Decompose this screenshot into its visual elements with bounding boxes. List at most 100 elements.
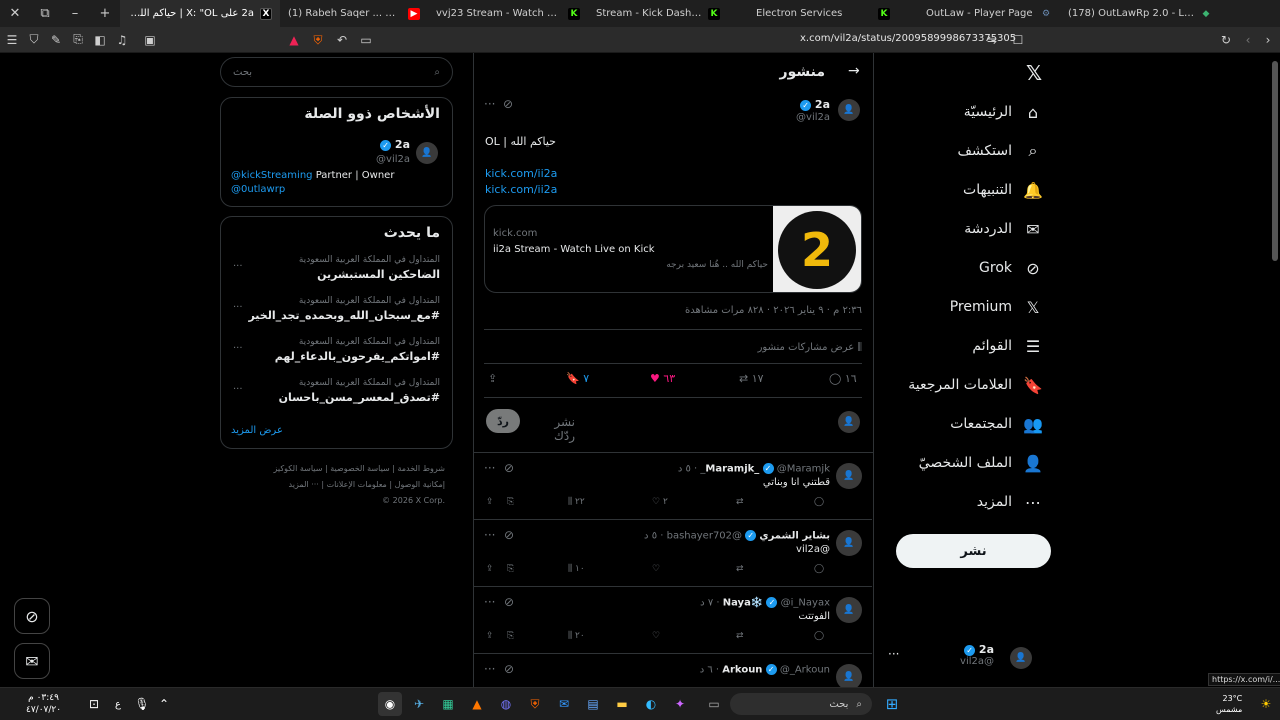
views-button[interactable]: ⫼ ٢٠	[568, 631, 585, 641]
view-engagements-link[interactable]: ⫼ عرض مشاركات منشور	[700, 342, 862, 353]
sidebar-item-8[interactable]: 👥 المجتمعات	[950, 413, 1044, 435]
new-tab-button[interactable]: +	[90, 0, 120, 27]
clock-time[interactable]: ٠٣:٤٩ م	[26, 692, 61, 704]
tab-3[interactable]: Stream - Kick Dashboard K	[588, 0, 728, 27]
sidebar-item-3[interactable]: ✉ الدردشة	[964, 218, 1044, 240]
reply-author[interactable]: Naya❄️	[723, 598, 764, 609]
reply-icon[interactable]: ◯	[814, 631, 824, 641]
reply-icon[interactable]: ◯	[814, 497, 824, 507]
more-icon[interactable]: ···	[233, 343, 243, 354]
back-arrow-icon[interactable]: →	[848, 63, 860, 79]
chevron-up-icon[interactable]: ⌃	[152, 692, 176, 716]
bookmark-icon[interactable]: ⎘	[507, 564, 514, 574]
reply-item[interactable]: 👤 بشاير الشمري ✓ @bashayer702 · ٥ د ··· ⊘ @v…	[474, 520, 872, 587]
weather-icon[interactable]: ☀	[1254, 692, 1278, 716]
bookmark-icon[interactable]: ⎘	[507, 631, 514, 641]
reply-handle[interactable]: @i_Nayax	[781, 598, 830, 609]
back-icon[interactable]: ‹	[1238, 30, 1258, 50]
sidebar-item-4[interactable]: ⊘ Grok	[979, 257, 1044, 279]
reply-icon[interactable]: ◯	[814, 564, 824, 574]
reply-submit-button[interactable]: ردّ	[486, 409, 520, 433]
more-icon[interactable]: ···	[484, 97, 495, 111]
extensions-icon[interactable]: ✎	[46, 30, 66, 50]
views-button[interactable]: ⫼ ١٠	[568, 564, 585, 574]
close-window-icon[interactable]: ✕	[0, 0, 30, 27]
app-icon[interactable]: ◉	[378, 692, 402, 716]
minimize-window-icon[interactable]: –	[60, 0, 90, 27]
footer-link[interactable]: شروط الخدمة	[397, 464, 445, 473]
notification-icon[interactable]: ⊡	[82, 692, 106, 716]
steam-icon[interactable]: ✈	[407, 692, 431, 716]
avatar[interactable]: 👤	[836, 597, 862, 623]
sidebar-item-0[interactable]: ⌂ الرئيسيّة	[964, 101, 1044, 123]
views-button[interactable]: ⫼ ٢٢	[568, 497, 585, 507]
back-arrow-icon[interactable]: ↶	[332, 30, 352, 50]
grok-icon[interactable]: ⊘	[504, 662, 514, 676]
sidebar-item-7[interactable]: 🔖 العلامات المرجعية	[908, 374, 1044, 396]
weather-temp[interactable]: 23°C	[1216, 693, 1242, 704]
reply-item[interactable]: 👤Arkoun ✓ @_Arkoun · ٦ د···⊘⇪⎘⫼ ♡ ⇄◯	[474, 654, 872, 687]
reload-icon[interactable]: ↻	[1216, 30, 1236, 50]
store-icon[interactable]: ▤	[581, 692, 605, 716]
grok-icon[interactable]: ⊘	[504, 528, 514, 542]
more-icon[interactable]: ···	[484, 595, 495, 609]
excel-icon[interactable]: ▦	[436, 692, 460, 716]
app-icon[interactable]: ▲	[465, 692, 489, 716]
brave-icon[interactable]: ⛨	[523, 692, 547, 716]
scrollbar[interactable]	[1272, 61, 1278, 261]
taskbar-search[interactable]: بحث ⌕	[730, 693, 872, 715]
bookmark-icon[interactable]: ☐	[1008, 30, 1028, 50]
sidebar-item-9[interactable]: 👤 الملف الشخصيّ	[919, 452, 1044, 474]
menu-icon[interactable]: ☰	[2, 30, 22, 50]
tab-2[interactable]: vvj23 Stream - Watch Live on Kick K	[428, 0, 588, 27]
bookmark-button[interactable]: 🔖 ٧	[566, 372, 589, 385]
like-button[interactable]: ♥ ٦٣	[650, 372, 675, 385]
grok-icon[interactable]: ⊘	[504, 461, 514, 475]
screenshot-icon[interactable]: ▣	[140, 30, 160, 50]
bio-mention[interactable]: @0utlawrp	[231, 184, 285, 195]
grok-fab-icon[interactable]: ⊘	[14, 598, 50, 634]
grok-icon[interactable]: ⊘	[503, 97, 513, 111]
reply-handle[interactable]: @bashayer702	[667, 531, 742, 542]
trend-item[interactable]: المتداول في المملكة العربية السعودية #امو…	[233, 337, 440, 363]
repost-icon[interactable]: ⇄	[736, 497, 744, 507]
task-view-icon[interactable]: ▭	[702, 692, 726, 716]
sidebar-icon[interactable]: ◧	[90, 30, 110, 50]
avatar[interactable]: 👤	[836, 664, 862, 687]
post-button[interactable]: نشر	[896, 534, 1051, 568]
post-link[interactable]: kick.com/ii2a	[485, 183, 557, 196]
author-name[interactable]: 2a	[815, 98, 830, 111]
more-icon[interactable]: ···	[484, 528, 495, 542]
outlook-icon[interactable]: ✉	[552, 692, 576, 716]
share-icon[interactable]: ⇪	[486, 564, 494, 574]
account-switcher[interactable]: ··· 2a ✓ @vil2a 👤	[884, 643, 1054, 677]
link-card[interactable]: kick.com ii2a Stream - Watch Live on Kic…	[484, 205, 862, 293]
tab-5[interactable]: OutLaw - Player Page ⚙	[898, 0, 1060, 27]
footer-link[interactable]: معلومات الإعلانات	[327, 480, 387, 489]
bio-mention[interactable]: @kickStreaming	[231, 170, 313, 181]
reply-item[interactable]: 👤 Maramjk_ ✓ @Maramjk_ · ٥ د ··· ⊘ قطتني انا…	[474, 453, 872, 520]
sidebar-item-1[interactable]: ⌕ استكشف	[957, 140, 1044, 162]
like-button[interactable]: ♡	[652, 631, 660, 641]
tab-1[interactable]: (1) Rabeh Saqer ... Ghoroorek | رابح ▶	[280, 0, 428, 27]
tab-6[interactable]: (178) OutLawRp 2.0 - Live Console ◆	[1060, 0, 1220, 27]
tab-4[interactable]: Electron Services K	[728, 0, 898, 27]
folder-icon[interactable]: ▬	[610, 692, 634, 716]
share-icon[interactable]: ⇪	[488, 372, 497, 385]
share-icon[interactable]: ⇪	[486, 497, 494, 507]
trend-item[interactable]: المتداول في المملكة العربية السعودية #تصد…	[233, 378, 440, 404]
repost-icon[interactable]: ⇄	[736, 564, 744, 574]
music-icon[interactable]: ♫	[112, 30, 132, 50]
more-icon[interactable]: ···	[484, 461, 495, 475]
reply-author[interactable]: Maramjk_	[705, 464, 759, 475]
sidebar-item-2[interactable]: 🔔 التنبيهات	[963, 179, 1044, 201]
like-button[interactable]: ♡	[652, 564, 660, 574]
sidebar-item-5[interactable]: 𝕏 Premium	[950, 296, 1044, 318]
repost-button[interactable]: ⇄ ١٧	[739, 372, 764, 385]
reply-author[interactable]: بشاير الشمري	[759, 531, 830, 542]
search-input[interactable]: بحث	[233, 67, 252, 78]
like-button[interactable]: ♡ ٢	[652, 497, 668, 507]
grok-icon[interactable]: ⊘	[504, 595, 514, 609]
copilot-icon[interactable]: ✦	[668, 692, 692, 716]
reply-author[interactable]: Arkoun	[722, 665, 762, 676]
